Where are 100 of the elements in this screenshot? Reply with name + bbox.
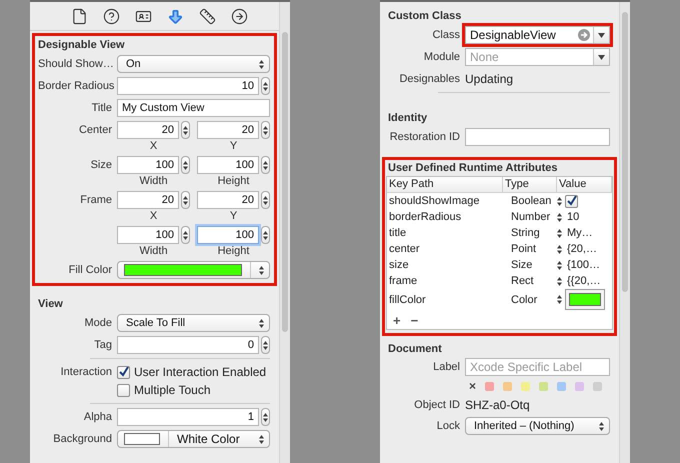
updown-arrows-icon (557, 260, 562, 270)
checkbox-label: User Interaction Enabled (134, 365, 266, 379)
label-color-swatch[interactable] (575, 382, 584, 390)
dropdown-button[interactable] (593, 27, 609, 43)
color-well[interactable] (565, 289, 605, 310)
popup-select[interactable]: Inherited – (Nothing) (465, 417, 610, 435)
table-cell-text: {{20,… (566, 275, 601, 287)
arrow-down-icon[interactable] (167, 8, 184, 24)
label-color-swatch[interactable] (503, 382, 512, 390)
stepper-control[interactable] (181, 191, 190, 209)
field-caption: Y (228, 140, 238, 152)
combo-field[interactable]: DesignableView (465, 26, 610, 44)
checkbox[interactable] (565, 194, 578, 208)
table-cell-text: Size (510, 259, 534, 271)
field-label: Label (432, 360, 460, 375)
caret-icon (598, 32, 605, 38)
table-cell-text: 10 (566, 211, 580, 223)
text-field[interactable]: Xcode Specific Label (465, 358, 610, 376)
field-label: Should Show… (38, 57, 112, 72)
number-field[interactable]: 1 (117, 408, 259, 426)
remove-button[interactable]: − (406, 313, 422, 328)
stepper-control[interactable] (261, 156, 270, 174)
field-label: Interaction (60, 365, 112, 380)
table-cell-text: Boolean (510, 195, 552, 207)
section-heading: Custom Class (388, 10, 462, 22)
stepper-control[interactable] (261, 408, 270, 426)
stepper-control[interactable] (261, 336, 270, 354)
dropdown-button[interactable] (593, 49, 609, 65)
column-header[interactable]: Type (503, 177, 557, 193)
field-label: Restoration ID (388, 130, 460, 145)
combo-field[interactable]: None (465, 48, 610, 66)
label-color-swatch[interactable] (485, 382, 494, 390)
stepper-arrows-icon (183, 126, 188, 134)
table-cell-text: size (388, 259, 410, 271)
help-icon[interactable] (103, 8, 120, 24)
number-field[interactable]: 100 (197, 226, 259, 244)
caret-icon (598, 54, 605, 60)
popup-select[interactable]: Scale To Fill (117, 314, 270, 332)
field-label: Center (78, 123, 112, 138)
text-field[interactable] (465, 128, 610, 146)
number-field[interactable]: 20 (197, 191, 259, 209)
number-field[interactable]: 20 (117, 121, 179, 139)
stepper-control[interactable] (261, 121, 270, 139)
stepper-arrows-icon (263, 82, 268, 90)
color-select[interactable]: White Color (117, 430, 270, 448)
column-header[interactable]: Key Path (387, 177, 503, 193)
stepper-control[interactable] (181, 121, 190, 139)
table-cell-text: {100… (566, 259, 600, 271)
field-label: Tag (93, 338, 112, 353)
arrow-circle-icon[interactable] (231, 8, 248, 24)
stepper-control[interactable] (261, 77, 270, 95)
stepper-control[interactable] (261, 191, 270, 209)
object-id-text: SHZ-a0-Otq (465, 397, 531, 414)
table-cell-text: borderRadious (388, 211, 462, 223)
popup-select[interactable]: On (117, 55, 270, 73)
number-field[interactable]: 100 (117, 226, 179, 244)
add-button[interactable]: + (389, 313, 405, 328)
updown-arrows-icon (259, 318, 264, 328)
stepper-control[interactable] (181, 156, 190, 174)
number-field[interactable]: 0 (117, 336, 259, 354)
number-field[interactable]: 100 (197, 156, 259, 174)
checkbox-label: Multiple Touch (134, 383, 210, 397)
color-select[interactable] (117, 261, 270, 279)
checkbox[interactable] (117, 384, 130, 396)
column-header[interactable]: Value (557, 177, 612, 193)
updown-arrows-icon (557, 196, 562, 206)
number-field[interactable]: 100 (117, 156, 179, 174)
file-icon[interactable] (71, 8, 88, 24)
updown-arrows-icon (557, 244, 562, 254)
stepper-arrows-icon (263, 340, 268, 350)
section-heading: Identity (388, 112, 428, 124)
updown-arrows-icon (557, 295, 562, 304)
table-cell-text: String (510, 227, 541, 239)
combo-input[interactable]: None (466, 49, 593, 65)
stepper-arrows-icon (183, 196, 188, 204)
number-field[interactable]: 20 (197, 121, 259, 139)
stepper-control[interactable] (181, 226, 190, 244)
number-field[interactable]: 20 (117, 191, 179, 209)
checkbox[interactable] (117, 366, 130, 378)
number-field[interactable]: 10 (117, 77, 259, 95)
section-heading: User Defined Runtime Attributes (387, 162, 559, 174)
table-cell-text: Number (510, 211, 552, 223)
label-color-swatch[interactable] (521, 382, 530, 390)
ruler-icon[interactable] (199, 8, 216, 24)
field-caption: Y (228, 210, 238, 222)
stepper-control[interactable] (261, 226, 270, 244)
label-color-swatch[interactable] (593, 382, 602, 390)
field-label: Alpha (82, 410, 112, 425)
field-label: Frame (79, 193, 112, 208)
field-label: Title (90, 101, 112, 116)
clear-label-button[interactable]: × (469, 379, 476, 393)
updown-arrows-icon (557, 276, 562, 286)
field-label: Module (422, 50, 460, 65)
field-label: Lock (436, 419, 460, 434)
label-color-swatch[interactable] (557, 382, 566, 390)
field-label: Mode (83, 316, 112, 331)
text-field[interactable]: My Custom View (117, 99, 270, 117)
label-color-swatch[interactable] (539, 382, 548, 390)
field-caption: Height (216, 175, 250, 187)
table-cell-text: frame (388, 275, 418, 287)
